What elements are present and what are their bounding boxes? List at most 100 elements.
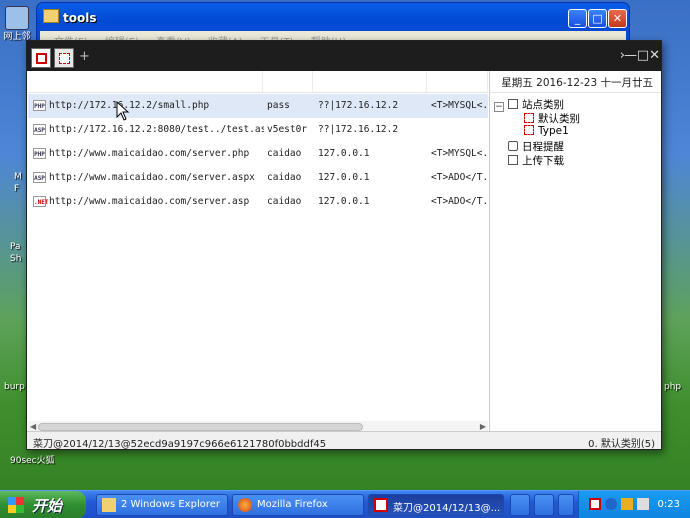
security-shield-icon[interactable] bbox=[621, 498, 633, 510]
tree-node-root[interactable]: − 站点类别 bbox=[494, 97, 564, 112]
tray-app-icon[interactable] bbox=[589, 498, 601, 510]
note-cell: <T>ADO</T... bbox=[431, 196, 487, 207]
category-icon bbox=[524, 125, 534, 135]
quicklaunch-icon[interactable] bbox=[558, 494, 574, 516]
password-cell: caidao bbox=[267, 172, 302, 183]
note-cell: <T>MYSQL<... bbox=[431, 148, 487, 159]
table-row[interactable]: PHP http://172.16.12.2/small.php pass ??… bbox=[28, 94, 488, 118]
desktop-icon-label: Pa bbox=[10, 242, 21, 252]
tab-current[interactable] bbox=[54, 48, 74, 68]
status-category-count: 0. 默认类别(5) bbox=[588, 439, 655, 450]
window-title: tools bbox=[63, 11, 97, 25]
app-logo-icon bbox=[374, 498, 388, 512]
maximize-button[interactable]: □ bbox=[588, 9, 607, 28]
date-display: 星期五 2016-12-23 十一月廿五 bbox=[490, 71, 661, 93]
tray-network-icon[interactable] bbox=[605, 498, 617, 510]
tab-icon bbox=[59, 53, 70, 64]
column-header[interactable] bbox=[263, 71, 313, 92]
ip-cell: 127.0.0.1 bbox=[318, 148, 370, 159]
close-button[interactable]: ✕ bbox=[649, 49, 660, 62]
tab-bar: + › — □ ✕ bbox=[27, 41, 661, 71]
mouse-cursor-icon bbox=[116, 101, 130, 121]
category-icon bbox=[524, 113, 534, 123]
tree-node-transfer[interactable]: 上传下载 bbox=[508, 153, 564, 168]
folder-icon bbox=[508, 99, 518, 109]
start-button[interactable]: 开始 bbox=[0, 491, 86, 518]
url-cell: http://www.maicaidao.com/server.php bbox=[49, 148, 250, 159]
taskbar: 开始 2 Windows Explorer Mozilla Firefox 菜刀… bbox=[0, 490, 690, 518]
url-cell: http://www.maicaidao.com/server.aspx bbox=[49, 172, 255, 183]
password-cell: pass bbox=[267, 100, 290, 111]
url-cell: http://172.16.12.2/small.php bbox=[49, 100, 210, 111]
ip-cell: 127.0.0.1 bbox=[318, 172, 370, 183]
tree-node-label: 日程提醒 bbox=[522, 141, 564, 153]
desktop-icon-label: 90sec火狐 bbox=[10, 456, 55, 466]
tree-node-default[interactable]: 默认类别 bbox=[524, 111, 580, 126]
tree-node-type1[interactable]: Type1 bbox=[524, 125, 569, 137]
tab-main[interactable] bbox=[31, 48, 51, 68]
url-cell: http://172.16.12.2:8080/test../test.asp bbox=[49, 124, 264, 135]
table-row[interactable]: .NET http://www.maicaidao.com/server.asp… bbox=[28, 190, 488, 214]
desktop-icon-label: Sh bbox=[10, 254, 22, 264]
minimize-button[interactable]: — bbox=[624, 49, 637, 62]
list-header bbox=[28, 71, 488, 93]
tree-node-label: Type1 bbox=[538, 125, 569, 137]
network-icon bbox=[5, 6, 29, 30]
tree-node-label: 上传下载 bbox=[522, 155, 564, 167]
taskbar-item-caidao[interactable]: 菜刀@2014/12/13@... bbox=[368, 494, 504, 516]
ip-cell: ??|172.16.12.2 bbox=[318, 100, 399, 111]
ip-cell: ??|172.16.12.2 bbox=[318, 124, 399, 135]
dotnet-file-icon: .NET bbox=[33, 196, 48, 207]
transfer-icon bbox=[508, 155, 518, 165]
category-panel: 星期五 2016-12-23 十一月廿五 − 站点类别 默认类别 Type1 日程… bbox=[489, 71, 661, 431]
php-file-icon: PHP bbox=[33, 100, 46, 111]
help-icon[interactable] bbox=[534, 494, 554, 516]
folder-icon bbox=[43, 9, 59, 23]
php-file-icon: PHP bbox=[33, 148, 46, 159]
minimize-button[interactable]: _ bbox=[568, 9, 587, 28]
desktop-icon-label: php bbox=[664, 382, 682, 392]
taskbar-item-firefox[interactable]: Mozilla Firefox bbox=[232, 494, 364, 516]
taskbar-item-label: 2 Windows Explorer bbox=[121, 499, 220, 510]
password-cell: caidao bbox=[267, 148, 302, 159]
tree-node-label: 站点类别 bbox=[522, 99, 564, 111]
ip-cell: 127.0.0.1 bbox=[318, 196, 370, 207]
quicklaunch-icon[interactable] bbox=[510, 494, 530, 516]
note-cell: <T>ADO</T... bbox=[431, 172, 487, 183]
desktop-icon-label: burp bbox=[4, 382, 25, 392]
site-list[interactable]: PHP http://172.16.12.2/small.php pass ??… bbox=[28, 71, 488, 431]
note-cell: <T>MYSQL<... bbox=[431, 100, 487, 111]
caidao-window[interactable]: + › — □ ✕ PHP http://172.16.12.2/small.p… bbox=[26, 40, 662, 450]
start-label: 开始 bbox=[32, 497, 63, 515]
folder-icon bbox=[102, 498, 116, 512]
status-text: 菜刀@2014/12/13@52ecd9a9197c966e6121780f0b… bbox=[33, 439, 327, 450]
column-header[interactable] bbox=[313, 71, 427, 92]
maximize-button[interactable]: □ bbox=[637, 49, 649, 62]
taskbar-item-label: 菜刀@2014/12/13@... bbox=[393, 503, 501, 514]
column-header[interactable] bbox=[427, 71, 488, 92]
table-row[interactable]: PHP http://www.maicaidao.com/server.php … bbox=[28, 142, 488, 166]
password-cell: v5est0r bbox=[267, 124, 308, 135]
column-header[interactable] bbox=[28, 71, 263, 92]
asp-file-icon: ASP bbox=[33, 172, 46, 183]
firefox-icon bbox=[238, 498, 252, 512]
password-cell: caidao bbox=[267, 196, 302, 207]
close-button[interactable]: ✕ bbox=[608, 9, 627, 28]
collapse-icon[interactable]: − bbox=[494, 102, 504, 112]
taskbar-item-explorer[interactable]: 2 Windows Explorer bbox=[96, 494, 228, 516]
status-bar: 菜刀@2014/12/13@52ecd9a9197c966e6121780f0b… bbox=[27, 431, 661, 450]
desktop-icon-network[interactable]: 网上邻 bbox=[2, 6, 32, 43]
table-row[interactable]: ASP http://172.16.12.2:8080/test../test.… bbox=[28, 118, 488, 142]
volume-icon[interactable] bbox=[637, 498, 649, 510]
windows-flag-icon bbox=[8, 497, 24, 513]
table-row[interactable]: ASP http://www.maicaidao.com/server.aspx… bbox=[28, 166, 488, 190]
url-cell: http://www.maicaidao.com/server.asp bbox=[49, 196, 250, 207]
app-logo-icon bbox=[36, 53, 47, 64]
desktop-icon-label: F bbox=[14, 184, 20, 194]
tree-node-schedule[interactable]: 日程提醒 bbox=[508, 139, 564, 154]
add-tab-button[interactable]: + bbox=[79, 50, 90, 63]
scrollbar-thumb[interactable] bbox=[38, 423, 363, 431]
tree-node-label: 默认类别 bbox=[538, 113, 580, 125]
system-tray: 0:23 bbox=[578, 491, 690, 518]
clock-icon bbox=[508, 141, 518, 151]
